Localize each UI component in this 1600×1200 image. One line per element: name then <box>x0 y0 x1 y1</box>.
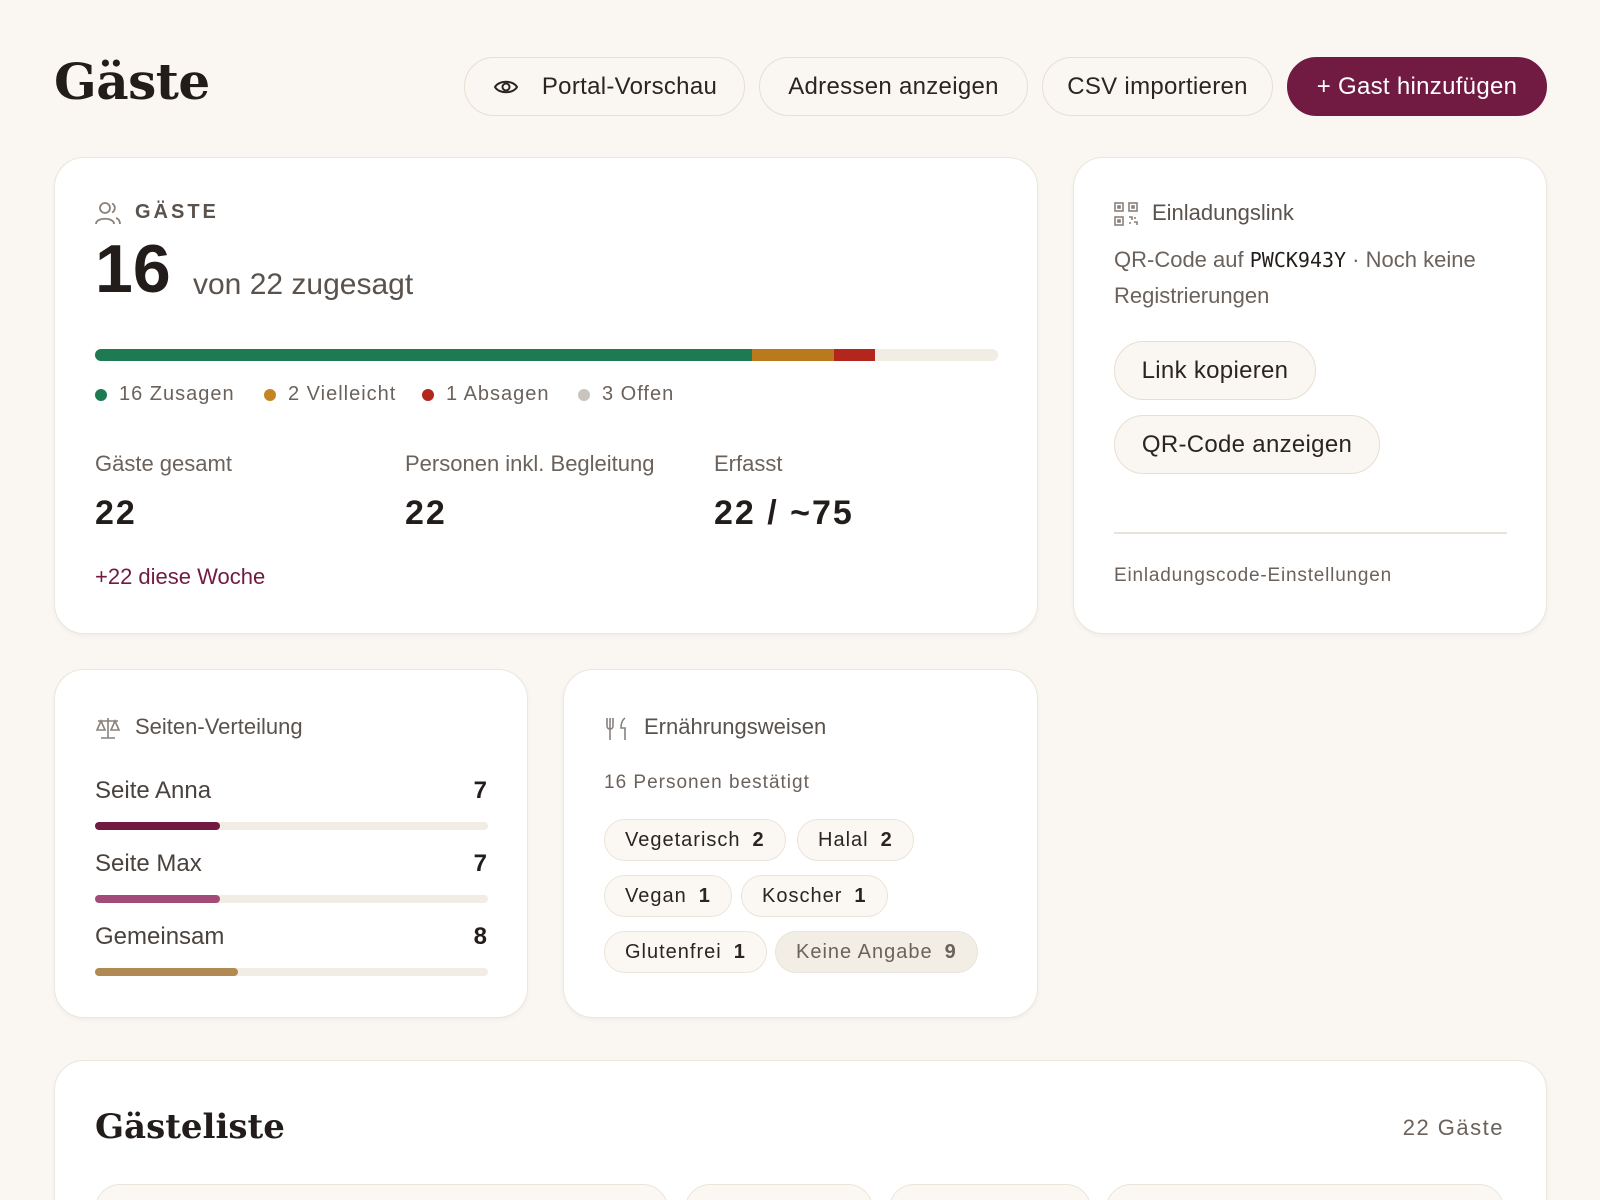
side-label: Seite Anna <box>95 777 212 804</box>
import-csv-button[interactable]: CSV importieren <box>1042 57 1273 116</box>
diet-chip-label: Vegan <box>625 884 687 907</box>
divider <box>1114 532 1507 534</box>
stat-label-recorded: Erfasst <box>714 451 783 476</box>
confirmed-count: 16 <box>95 231 171 307</box>
invite-title: Einladungslink <box>1152 200 1294 225</box>
diet-title: Ernährungsweisen <box>644 714 827 739</box>
show-qr-button[interactable]: QR-Code anzeigen <box>1114 415 1380 474</box>
invite-code: PWCK943Y <box>1249 248 1347 272</box>
portal-preview-label: Portal-Vorschau <box>541 72 718 100</box>
rsvp-segment-zusagen <box>95 349 752 361</box>
diet-chip-label: Vegetarisch <box>625 828 741 851</box>
stat-value-persons: 22 <box>405 494 447 532</box>
filter-dropdown-2[interactable] <box>889 1184 1091 1200</box>
stat-value-total-guests: 22 <box>95 494 137 532</box>
side-label: Gemeinsam <box>95 923 225 950</box>
portal-preview-button[interactable]: Portal-Vorschau <box>464 57 745 116</box>
guests-section-label: GÄSTE <box>135 201 219 223</box>
side-value: 7 <box>473 777 487 804</box>
diet-chip[interactable]: Halal 2 <box>797 819 914 861</box>
diet-chip-label: Glutenfrei <box>625 940 722 963</box>
diet-chip[interactable]: Keine Angabe 9 <box>775 931 978 973</box>
qr-code-icon <box>1114 202 1138 226</box>
legend-dot <box>578 388 590 401</box>
diet-chip-label: Keine Angabe <box>796 940 933 963</box>
add-guest-button[interactable]: + Gast hinzufügen <box>1287 57 1547 116</box>
stat-label-persons: Personen inkl. Begleitung <box>405 451 655 476</box>
sides-distribution-card: Seiten-Verteilung Seite Anna 7 Seite Max 7 G… <box>54 669 528 1018</box>
legend-item: 2 Vielleicht <box>264 383 396 406</box>
side-bar-track <box>95 895 488 903</box>
legend-item: 1 Absagen <box>422 383 550 406</box>
diet-chip[interactable]: Vegetarisch 2 <box>604 819 786 861</box>
side-bar-fill <box>95 895 221 903</box>
rsvp-segment-offen <box>874 349 998 361</box>
weekly-change: +22 diese Woche <box>95 564 266 589</box>
filter-dropdown-3[interactable] <box>1106 1184 1504 1200</box>
legend-dot <box>422 388 434 401</box>
stat-value-recorded: 22 / ~75 <box>714 494 854 532</box>
stat-label-total-guests: Gäste gesamt <box>95 451 232 476</box>
page-title: Gäste <box>54 52 210 111</box>
side-bar-track <box>95 968 488 976</box>
side-value: 8 <box>473 923 487 950</box>
confirmed-suffix: von 22 zugesagt <box>193 268 414 301</box>
side-bar-fill <box>95 968 238 976</box>
diet-subtitle: 16 Personen bestätigt <box>604 772 810 793</box>
users-icon <box>95 200 121 226</box>
guest-list-title: Gästeliste <box>95 1107 285 1147</box>
side-bar-fill <box>95 822 221 830</box>
rsvp-progress-bar <box>95 349 998 361</box>
diet-chip-count: 2 <box>880 828 893 851</box>
diet-chip-count: 1 <box>698 884 711 907</box>
diet-chip-count: 1 <box>733 940 746 963</box>
diet-chip[interactable]: Koscher 1 <box>741 875 888 917</box>
diet-chip[interactable]: Glutenfrei 1 <box>604 931 767 973</box>
legend-label: 16 Zusagen <box>119 383 235 405</box>
guest-search-input[interactable] <box>95 1184 668 1200</box>
legend-label: 2 Vielleicht <box>288 383 397 405</box>
legend-item: 16 Zusagen <box>95 383 235 406</box>
legend-label: 1 Absagen <box>446 383 550 405</box>
diet-chip-count: 9 <box>944 940 957 963</box>
legend-label: 3 Offen <box>602 383 675 405</box>
invite-link-card: Einladungslink QR-Code auf PWCK943Y · No… <box>1073 157 1547 634</box>
diet-chip-count: 2 <box>752 828 765 851</box>
scale-icon <box>95 716 121 740</box>
guest-list-count: 22 Gäste <box>1402 1115 1504 1140</box>
diet-chip-count: 1 <box>854 884 867 907</box>
legend-dot <box>95 388 107 401</box>
rsvp-segment-vielleicht <box>751 349 834 361</box>
invite-desc-prefix: QR-Code auf <box>1114 247 1250 272</box>
side-value: 7 <box>473 850 487 877</box>
guest-list-card: Gästeliste 22 Gäste <box>54 1060 1547 1200</box>
invite-description: QR-Code auf PWCK943Y · Noch keine Regist… <box>1114 242 1514 314</box>
utensils-icon <box>604 716 630 742</box>
show-addresses-button[interactable]: Adressen anzeigen <box>759 57 1028 116</box>
guests-summary-card: GÄSTE 16 von 22 zugesagt 16 Zusagen 2 Vie… <box>54 157 1038 634</box>
diet-card: Ernährungsweisen 16 Personen bestätigt V… <box>563 669 1038 1018</box>
legend-item: 3 Offen <box>578 383 674 406</box>
diet-chip-label: Koscher <box>762 884 843 907</box>
diet-chip[interactable]: Vegan 1 <box>604 875 732 917</box>
rsvp-segment-absagen <box>833 349 875 361</box>
side-bar-track <box>95 822 488 830</box>
side-label: Seite Max <box>95 850 202 877</box>
copy-link-button[interactable]: Link kopieren <box>1114 341 1316 400</box>
sides-title: Seiten-Verteilung <box>135 714 303 739</box>
legend-dot <box>264 388 276 401</box>
invite-settings-link[interactable]: Einladungscode-Einstellungen <box>1114 565 1392 587</box>
eye-icon <box>492 73 520 101</box>
filter-dropdown-1[interactable] <box>685 1184 873 1200</box>
diet-chip-label: Halal <box>818 828 869 851</box>
